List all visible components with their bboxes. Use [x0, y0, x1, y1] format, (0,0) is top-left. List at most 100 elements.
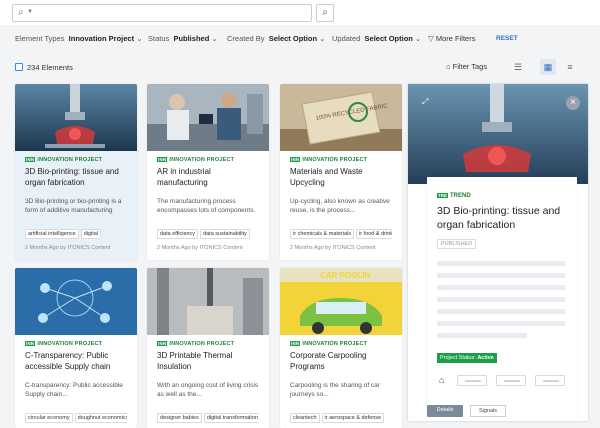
card-title[interactable]: 3D Printable Thermal Insulation [157, 350, 259, 372]
card-title[interactable]: 3D Bio-printing: tissue and organ fabric… [25, 166, 127, 188]
search-scope-icon[interactable]: ⌕ [18, 7, 24, 18]
filter-label: Updated [332, 34, 361, 43]
chevron-down-icon: ⌄ [136, 34, 143, 43]
panel-tag-chip[interactable] [457, 375, 487, 386]
tag-chip[interactable]: digital [80, 229, 102, 239]
tag-chip[interactable]: data efficiency [157, 229, 199, 239]
placeholder-line [465, 380, 481, 382]
card-description: 3D Bio-printing or bio-printing is a for… [25, 198, 122, 214]
type-label: TREND [450, 193, 471, 200]
search-button[interactable]: ⌕ [316, 4, 334, 22]
more-filters-button[interactable]: ▽ More Filters [428, 34, 475, 43]
type-label: INNOVATION PROJECT [169, 157, 235, 163]
project-status-label: Project Status: [440, 355, 476, 361]
card-tags: cleantech ir aerospace & defense [290, 406, 392, 424]
search-input[interactable]: ⌕ ▼ [12, 4, 312, 22]
chevron-down-icon: ⌄ [319, 34, 326, 43]
type-badge: INN [157, 341, 168, 347]
type-label: INNOVATION PROJECT [37, 341, 103, 347]
chevron-down-icon[interactable]: ▼ [27, 9, 33, 15]
element-card[interactable]: INN INNOVATION PROJECT 3D Printable Therm… [147, 268, 269, 428]
card-type: INN INNOVATION PROJECT [290, 157, 392, 163]
placeholder-line [437, 309, 565, 314]
card-description: C-transparency: Public accessible Supply… [25, 382, 123, 398]
filter-element-types[interactable]: Element Types Innovation Project ⌄ [15, 34, 142, 43]
card-tags: circular economy doughnut economics [25, 406, 127, 424]
filter-status[interactable]: Status Published ⌄ [148, 34, 218, 43]
card-title[interactable]: Corporate Carpooling Programs [290, 350, 392, 372]
filter-label: Status [148, 34, 170, 43]
filter-tags-button[interactable]: ⌂ Filter Tags [446, 62, 487, 71]
card-type: INN INNOVATION PROJECT [25, 341, 127, 347]
tag-chip[interactable]: cleantech [290, 413, 320, 423]
card-meta: 2 Months Ago by ITONICS Content [157, 245, 243, 251]
tab-signals[interactable]: Signals [470, 405, 506, 417]
project-status-badge: Project Status: Active [437, 353, 497, 363]
tab-details[interactable]: Details [427, 405, 463, 417]
panel-header-image: ⤢ × [408, 84, 588, 184]
select-all-checkbox[interactable] [15, 63, 23, 71]
placeholder-line [543, 380, 559, 382]
type-badge: TRE [437, 193, 448, 198]
type-label: INNOVATION PROJECT [169, 341, 235, 347]
card-description: Carpooling is the sharing of car journey… [290, 382, 380, 398]
element-card[interactable]: INN INNOVATION PROJECT C-Transparency: Pu… [15, 268, 137, 428]
card-type: INN INNOVATION PROJECT [157, 341, 259, 347]
chevron-down-icon: ⌄ [414, 34, 422, 43]
panel-tag-chip[interactable] [496, 375, 526, 386]
type-badge: INN [290, 341, 301, 347]
card-description: The manufacturing process encompasses lo… [157, 198, 256, 214]
tag-icon: ⌂ [439, 375, 445, 385]
tag-chip[interactable]: doughnut economics [74, 413, 127, 423]
type-label: INNOVATION PROJECT [37, 157, 103, 163]
filter-tags-label: Filter Tags [452, 62, 488, 71]
tag-chip[interactable]: ir chemicals & materials [290, 229, 355, 239]
panel-content: TRE TREND 3D Bio-printing: tissue and org… [427, 177, 577, 421]
sort-icon[interactable]: ☰ [510, 59, 526, 75]
filter-bar: Element Types Innovation Project ⌄ Statu… [0, 27, 600, 51]
filter-created-by[interactable]: Created By Select Option ⌄ [227, 34, 325, 43]
tag-chip[interactable]: ir food & drink [356, 229, 392, 239]
placeholder-line [437, 321, 565, 326]
tag-chip[interactable]: digital transformation [203, 413, 259, 423]
filter-value: Select Option [364, 34, 413, 43]
list-view-icon[interactable]: ≡ [562, 59, 578, 75]
more-filters-label: More Filters [435, 34, 476, 43]
filter-value: Innovation Project [68, 34, 135, 43]
type-badge: INN [157, 157, 168, 163]
funnel-icon: ▽ [428, 34, 434, 43]
chevron-down-icon: ⌄ [211, 34, 218, 43]
type-badge: INN [290, 157, 301, 163]
card-description: With an ongoing cost of living crisis as… [157, 382, 259, 398]
element-card[interactable]: INN INNOVATION PROJECT AR in industrial m… [147, 84, 269, 260]
card-type: INN INNOVATION PROJECT [25, 157, 127, 163]
element-card[interactable]: CAR POOLIN INN INNOVATION PROJECT Corpora… [280, 268, 402, 428]
card-image-carpooling: CAR POOLIN [280, 268, 402, 335]
element-card[interactable]: INN INNOVATION PROJECT 3D Bio-printing: t… [15, 84, 137, 260]
grid-view-icon[interactable]: ▦ [540, 59, 556, 75]
close-icon[interactable]: × [566, 96, 580, 110]
tag-chip[interactable]: artificial intelligence [25, 229, 79, 239]
type-badge: INN [25, 341, 36, 347]
card-image-supply-chain [15, 268, 137, 335]
tag-chip[interactable]: circular economy [25, 413, 73, 423]
tag-chip[interactable]: ir aerospace & defense [321, 413, 385, 423]
placeholder-line [437, 273, 565, 278]
panel-tag-chip[interactable] [535, 375, 565, 386]
tag-chip[interactable]: designer babies [157, 413, 202, 423]
element-card[interactable]: 100% RECYCLED FABRIC INN INNOVATION PROJE… [280, 84, 402, 260]
filter-value: Select Option [268, 34, 318, 43]
detail-panel: ⤢ × TRE TREND 3D Bio-printing: tissue and… [408, 84, 588, 421]
filter-label: Element Types [15, 34, 65, 43]
filter-updated[interactable]: Updated Select Option ⌄ [332, 34, 421, 43]
card-meta: 2 Months Ago by ITONICS Content [25, 245, 111, 251]
card-title[interactable]: Materials and Waste Upcycling [290, 166, 392, 188]
card-image-thermal-insulation [147, 268, 269, 335]
card-type: INN INNOVATION PROJECT [157, 157, 259, 163]
expand-icon[interactable]: ⤢ [422, 97, 428, 107]
card-tags: data efficiency data sustainability [157, 222, 259, 240]
reset-button[interactable]: RESET [496, 35, 518, 42]
tag-chip[interactable]: data sustainability [200, 229, 250, 239]
card-title[interactable]: AR in industrial manufacturing [157, 166, 259, 188]
card-title[interactable]: C-Transparency: Public accessible Supply… [25, 350, 127, 372]
